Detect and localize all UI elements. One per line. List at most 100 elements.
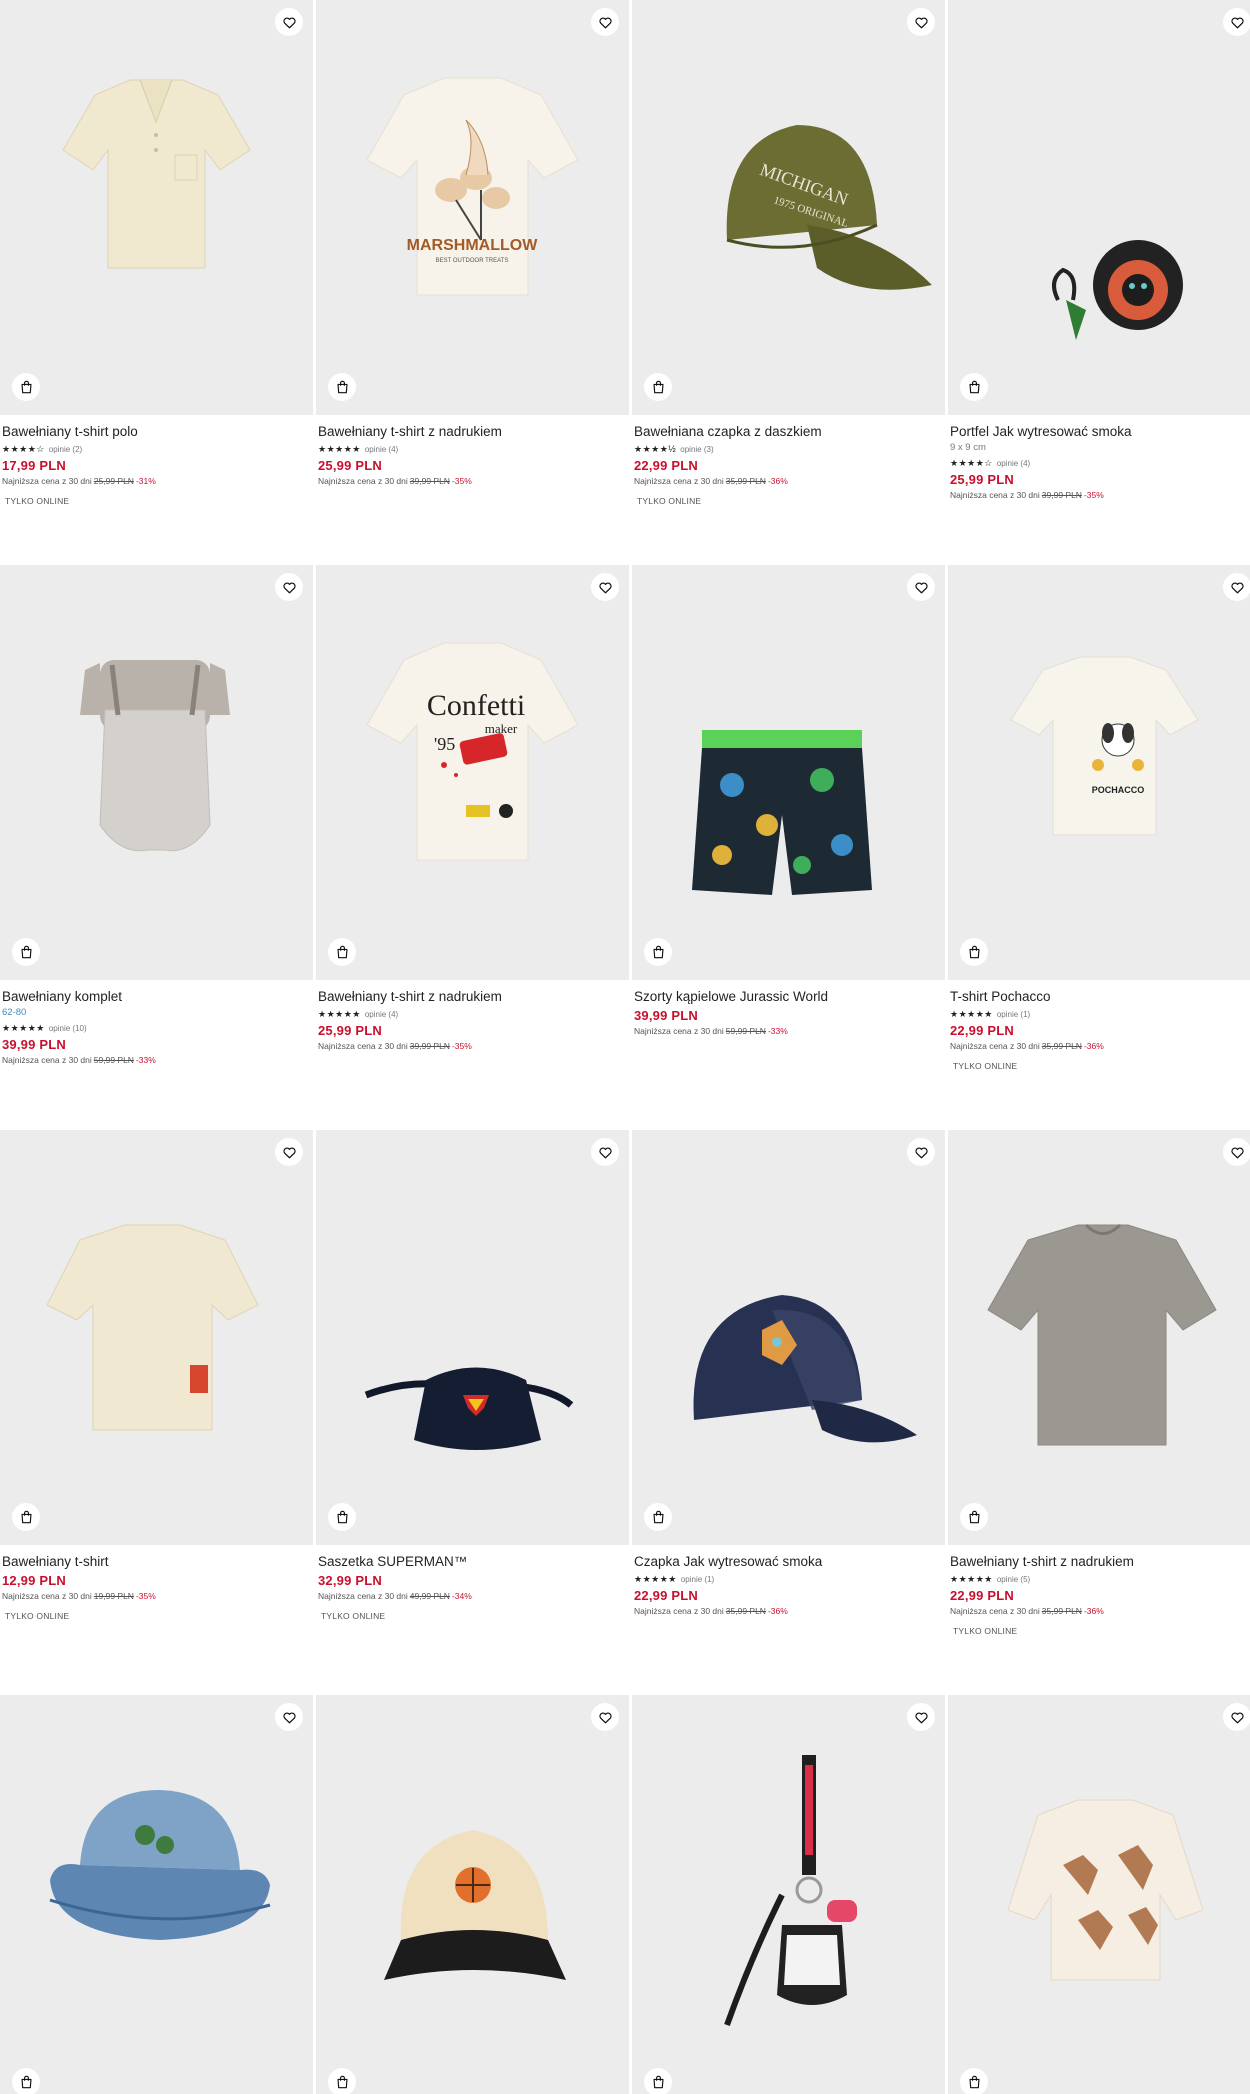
add-to-cart-button[interactable] — [960, 2068, 988, 2094]
product-image[interactable] — [0, 1695, 313, 2094]
product-name[interactable]: T-shirt Pochacco — [950, 988, 1250, 1005]
add-to-cart-button[interactable] — [644, 373, 672, 401]
star-icon: ★★★★½ — [634, 444, 677, 454]
product-variant[interactable]: 62-80 — [2, 1007, 310, 1019]
product-name[interactable]: Czapka Jak wytresować smoka — [634, 1553, 942, 1570]
product-image[interactable]: MICHIGAN 1975 ORIGINAL — [632, 0, 945, 415]
product-info: Bawełniana czapka z daszkiem ★★★★½ opini… — [634, 423, 942, 506]
review-count: opinie (4) — [996, 458, 1031, 468]
add-to-cart-button[interactable] — [12, 1503, 40, 1531]
product-image[interactable] — [948, 1130, 1250, 1545]
product-image[interactable] — [948, 0, 1250, 415]
product-name[interactable]: Bawełniana czapka z daszkiem — [634, 423, 942, 440]
product-name[interactable]: Bawełniany t-shirt — [2, 1553, 310, 1570]
product-image[interactable] — [0, 0, 313, 415]
shopping-bag-icon — [336, 380, 348, 394]
add-to-cart-button[interactable] — [12, 938, 40, 966]
discount-badge: -35% — [1083, 490, 1104, 500]
shopping-bag-icon — [652, 2075, 664, 2089]
product-info: Saszetka SUPERMAN™ 32,99 PLN Najniższa c… — [318, 1553, 626, 1621]
add-to-wishlist-button[interactable] — [591, 573, 619, 601]
add-to-wishlist-button[interactable] — [1223, 1138, 1250, 1166]
lowest-price-info: Najniższa cena z 30 dni 19,99 PLN -35% — [2, 1590, 310, 1602]
product-rating[interactable]: ★★★★★ opinie (10) — [2, 1022, 310, 1034]
product-name[interactable]: Portfel Jak wytresować smoka — [950, 423, 1250, 440]
add-to-cart-button[interactable] — [644, 1503, 672, 1531]
add-to-cart-button[interactable] — [328, 1503, 356, 1531]
product-rating[interactable]: ★★★★★ opinie (4) — [318, 443, 626, 455]
shopping-bag-icon — [20, 1510, 32, 1524]
add-to-cart-button[interactable] — [644, 938, 672, 966]
lowest-price-info: Najniższa cena z 30 dni 59,99 PLN -33% — [634, 1025, 942, 1037]
add-to-cart-button[interactable] — [328, 938, 356, 966]
product-name[interactable]: Bawełniany t-shirt polo — [2, 423, 310, 440]
product-image[interactable]: Confetti maker '95 — [316, 565, 629, 980]
add-to-wishlist-button[interactable] — [1223, 8, 1250, 36]
product-rating[interactable]: ★★★★★ opinie (4) — [318, 1008, 626, 1020]
add-to-wishlist-button[interactable] — [907, 1138, 935, 1166]
product-image[interactable] — [316, 1130, 629, 1545]
product-name[interactable]: Bawełniany t-shirt z nadrukiem — [950, 1553, 1250, 1570]
add-to-cart-button[interactable] — [12, 373, 40, 401]
product-photo — [80, 660, 230, 852]
product-image[interactable] — [316, 1695, 629, 2094]
lowest-price-info: Najniższa cena z 30 dni 39,99 PLN -35% — [318, 475, 626, 487]
shopping-bag-icon — [336, 2075, 348, 2089]
add-to-cart-button[interactable] — [960, 1503, 988, 1531]
product-name[interactable]: Szorty kąpielowe Jurassic World — [634, 988, 942, 1005]
heart-icon — [282, 1147, 296, 1158]
add-to-wishlist-button[interactable] — [275, 573, 303, 601]
product-rating[interactable]: ★★★★★ opinie (1) — [950, 1008, 1250, 1020]
add-to-wishlist-button[interactable] — [591, 1703, 619, 1731]
add-to-cart-button[interactable] — [644, 2068, 672, 2094]
lowest-price-info: Najniższa cena z 30 dni 59,99 PLN -33% — [2, 1054, 310, 1066]
product-image[interactable] — [948, 1695, 1250, 2094]
add-to-cart-button[interactable] — [328, 2068, 356, 2094]
product-name[interactable]: Saszetka SUPERMAN™ — [318, 1553, 626, 1570]
product-rating[interactable]: ★★★★★ opinie (5) — [950, 1573, 1250, 1585]
add-to-wishlist-button[interactable] — [907, 1703, 935, 1731]
old-price: 39,99 PLN — [409, 476, 450, 486]
discount-badge: -36% — [767, 476, 788, 486]
product-image[interactable] — [632, 565, 945, 980]
product-rating[interactable]: ★★★★½ opinie (3) — [634, 443, 942, 455]
online-only-badge: TYLKO ONLINE — [321, 1611, 386, 1621]
add-to-cart-button[interactable] — [328, 373, 356, 401]
product-info: Portfel Jak wytresować smoka 9 x 9 cm ★★… — [950, 423, 1250, 501]
product-name[interactable]: Bawełniany t-shirt z nadrukiem — [318, 423, 626, 440]
product-photo: Confetti maker '95 — [366, 642, 579, 861]
add-to-wishlist-button[interactable] — [275, 1703, 303, 1731]
product-rating[interactable]: ★★★★☆ opinie (4) — [950, 457, 1250, 469]
shopping-bag-icon — [652, 380, 664, 394]
star-icon: ★★★★★ — [318, 1009, 361, 1019]
product-image[interactable]: MARSHMALLOW BEST OUTDOOR TREATS — [316, 0, 629, 415]
product-photo: MARSHMALLOW BEST OUTDOOR TREATS — [366, 77, 579, 296]
star-icon: ★★★★★ — [950, 1574, 993, 1584]
online-only-badge: TYLKO ONLINE — [953, 1626, 1018, 1636]
product-name[interactable]: Bawełniany t-shirt z nadrukiem — [318, 988, 626, 1005]
product-rating[interactable]: ★★★★★ opinie (1) — [634, 1573, 942, 1585]
product-image[interactable] — [0, 1130, 313, 1545]
product-image[interactable] — [632, 1695, 945, 2094]
product-info: Bawełniany t-shirt polo ★★★★☆ opinie (2)… — [2, 423, 310, 506]
add-to-cart-button[interactable] — [960, 373, 988, 401]
add-to-cart-button[interactable] — [12, 2068, 40, 2094]
product-image[interactable]: POCHACCO — [948, 565, 1250, 980]
add-to-wishlist-button[interactable] — [275, 1138, 303, 1166]
add-to-wishlist-button[interactable] — [591, 8, 619, 36]
add-to-wishlist-button[interactable] — [1223, 1703, 1250, 1731]
lowest-price-label: Najniższa cena z 30 dni — [2, 1591, 92, 1601]
product-image[interactable] — [0, 565, 313, 980]
product-image[interactable] — [632, 1130, 945, 1545]
add-to-wishlist-button[interactable] — [591, 1138, 619, 1166]
add-to-wishlist-button[interactable] — [1223, 573, 1250, 601]
product-price: 17,99 PLN — [2, 458, 66, 473]
product-rating[interactable]: ★★★★☆ opinie (2) — [2, 443, 310, 455]
lowest-price-info: Najniższa cena z 30 dni 35,99 PLN -36% — [634, 475, 942, 487]
product-name[interactable]: Bawełniany komplet — [2, 988, 310, 1005]
add-to-wishlist-button[interactable] — [907, 8, 935, 36]
add-to-cart-button[interactable] — [960, 938, 988, 966]
add-to-wishlist-button[interactable] — [907, 573, 935, 601]
add-to-wishlist-button[interactable] — [275, 8, 303, 36]
product-info: Bawełniany t-shirt 12,99 PLN Najniższa c… — [2, 1553, 310, 1621]
